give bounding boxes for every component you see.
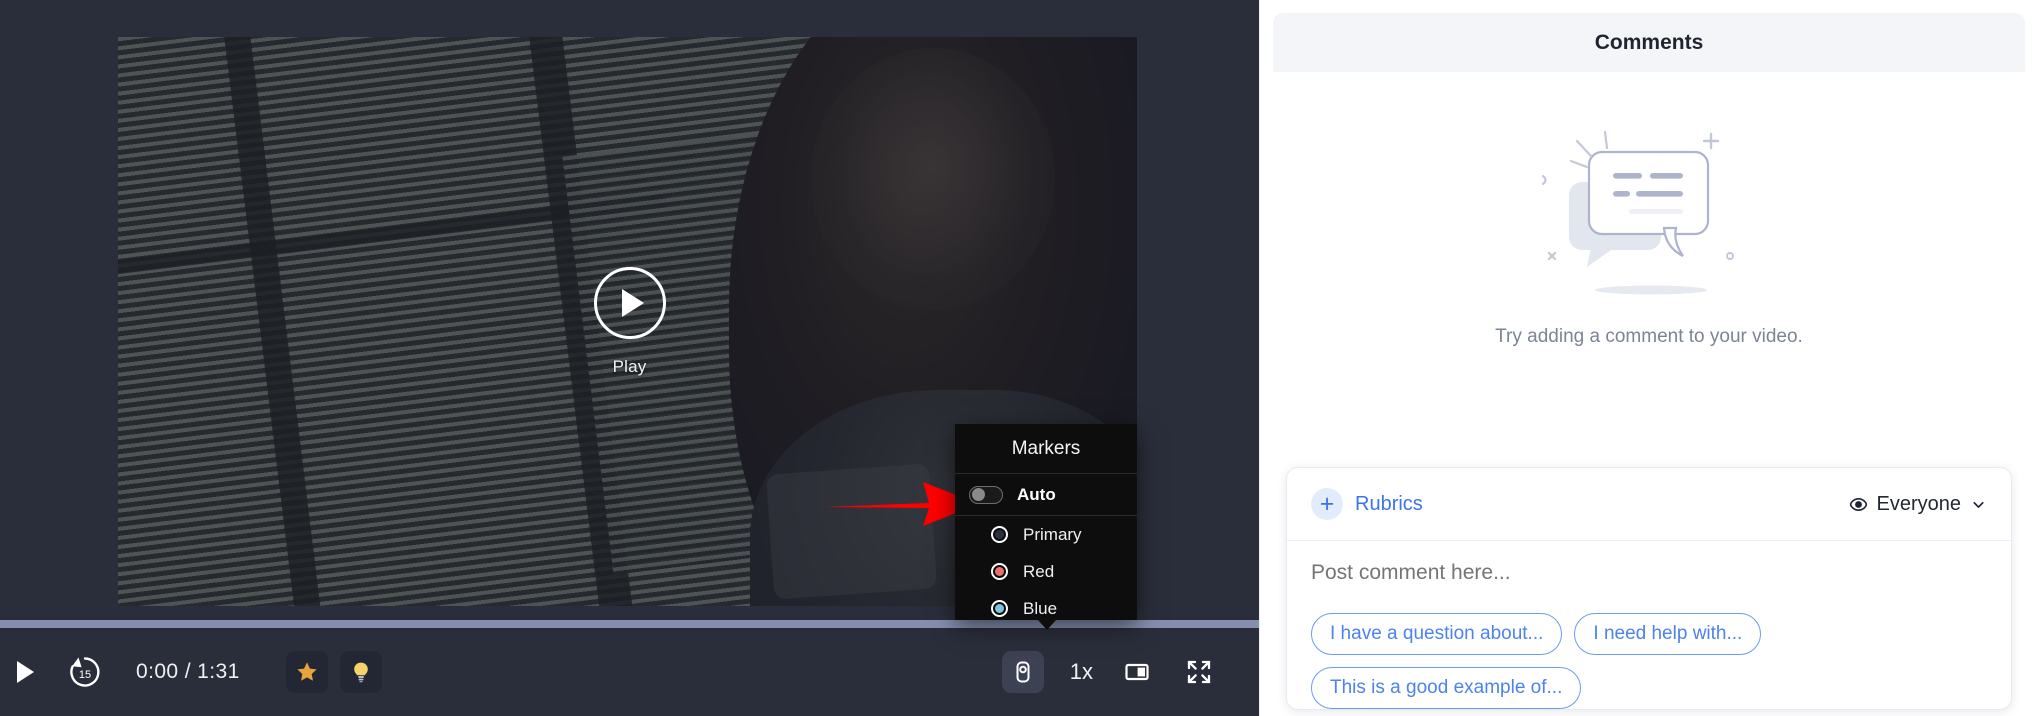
empty-state-text: Try adding a comment to your video. xyxy=(1495,326,1803,347)
video-player: Play Markers Auto Primary Red Blue 15 0:… xyxy=(0,0,1259,716)
split-view-icon xyxy=(1125,663,1149,681)
comment-input[interactable] xyxy=(1311,561,1987,585)
suggestion-chip[interactable]: I have a question about... xyxy=(1311,613,1563,655)
svg-text:15: 15 xyxy=(79,669,91,681)
markers-auto-row[interactable]: Auto xyxy=(955,474,1137,516)
plus-icon: + xyxy=(1311,488,1343,520)
hint-button[interactable] xyxy=(339,651,382,693)
radio-icon xyxy=(991,563,1008,580)
auto-markers-toggle[interactable] xyxy=(969,485,1003,504)
marker-option-label: Primary xyxy=(1023,524,1082,544)
play-button[interactable] xyxy=(593,266,666,339)
comment-composer: + Rubrics Everyone I ha xyxy=(1286,467,2012,710)
marker-option-label: Red xyxy=(1023,561,1055,581)
lightbulb-icon xyxy=(353,662,368,683)
time-display: 0:00 / 1:31 xyxy=(136,660,240,683)
player-controls: 15 0:00 / 1:31 1x xyxy=(0,628,1259,716)
rewind-15-icon: 15 xyxy=(70,657,100,687)
radio-icon xyxy=(991,526,1008,543)
suggestion-chip[interactable]: I need help with... xyxy=(1574,613,1762,655)
comments-panel: Comments Try adding a comment to your vi… xyxy=(1259,0,2038,716)
markers-popup[interactable]: Markers Auto Primary Red Blue xyxy=(955,424,1137,620)
rubrics-label: Rubrics xyxy=(1355,492,1423,515)
speech-bubbles-illustration xyxy=(1541,130,1734,295)
chevron-down-icon xyxy=(1973,501,1984,508)
suggestion-chip[interactable]: This is a good example of... xyxy=(1311,667,1582,709)
composer-input-area xyxy=(1287,541,2011,597)
player-right-controls: 1x xyxy=(1001,651,1259,693)
composer-toolbar: + Rubrics Everyone xyxy=(1287,468,2011,541)
comments-header: Comments xyxy=(1273,13,2025,72)
play-pause-button[interactable] xyxy=(8,655,42,689)
toggle-knob xyxy=(972,488,985,501)
radio-dot xyxy=(995,567,1004,576)
fullscreen-icon xyxy=(1187,660,1211,684)
markers-popup-caret xyxy=(1038,620,1056,630)
add-rubrics-button[interactable]: + Rubrics xyxy=(1311,488,1423,520)
markers-toggle-button[interactable] xyxy=(1001,651,1044,693)
rewind-15-button[interactable]: 15 xyxy=(62,649,108,695)
fullscreen-button[interactable] xyxy=(1181,654,1217,690)
marker-pin-icon xyxy=(1016,661,1030,683)
marker-option-red[interactable]: Red xyxy=(955,553,1137,590)
radio-dot xyxy=(995,530,1004,539)
markers-popup-title: Markers xyxy=(955,424,1137,474)
play-icon xyxy=(621,288,644,317)
comments-title: Comments xyxy=(1594,30,1704,54)
play-icon xyxy=(16,661,34,683)
video-progress-bar[interactable] xyxy=(0,620,1259,628)
comment-suggestions: I have a question about... I need help w… xyxy=(1287,597,2011,709)
eye-icon xyxy=(1849,497,1867,511)
marker-option-blue[interactable]: Blue xyxy=(955,590,1137,620)
radio-icon xyxy=(991,600,1008,617)
favorite-button[interactable] xyxy=(285,651,328,693)
video-review-app: Play Markers Auto Primary Red Blue 15 0:… xyxy=(0,0,2038,716)
auto-markers-label: Auto xyxy=(1017,484,1056,504)
playback-speed-button[interactable]: 1x xyxy=(1070,659,1093,685)
split-view-button[interactable] xyxy=(1119,654,1155,690)
star-icon xyxy=(297,662,317,681)
radio-dot xyxy=(995,604,1004,613)
visibility-label: Everyone xyxy=(1876,492,1962,515)
visibility-selector[interactable]: Everyone xyxy=(1849,493,1988,516)
marker-option-primary[interactable]: Primary xyxy=(955,516,1137,553)
marker-option-label: Blue xyxy=(1023,598,1058,618)
